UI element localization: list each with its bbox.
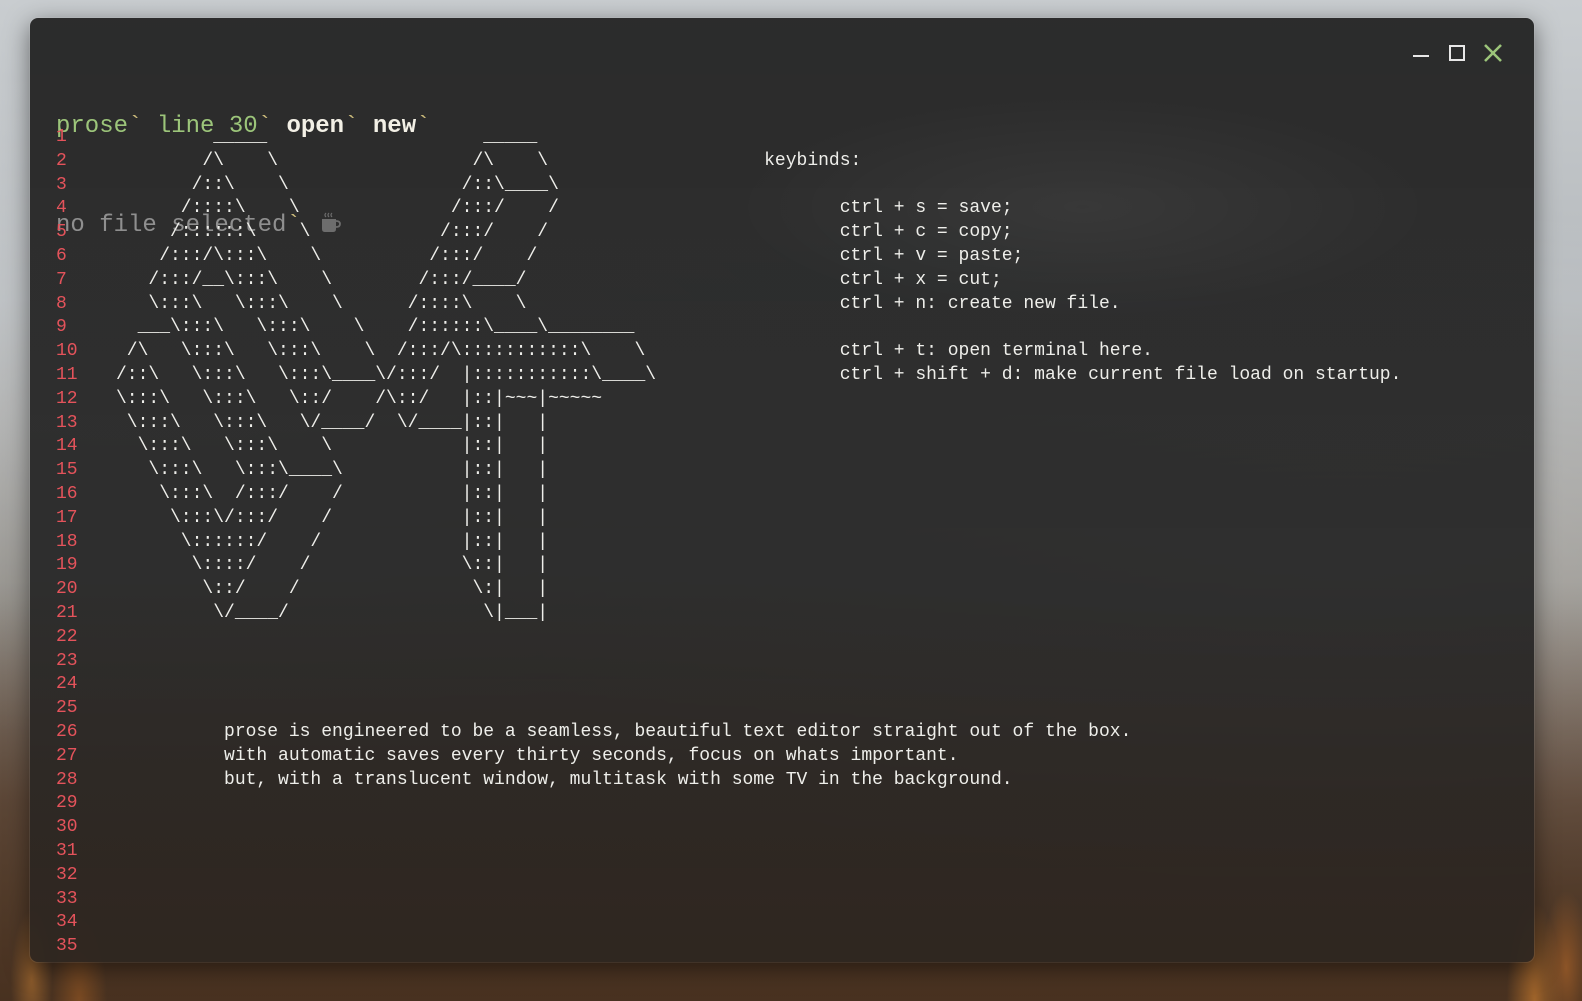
line-number: 24 <box>56 674 78 695</box>
line-number: 35 <box>56 936 78 957</box>
text-line[interactable]: with automatic saves every thirty second… <box>116 745 1526 769</box>
text-line[interactable]: prose is engineered to be a seamless, be… <box>116 721 1526 745</box>
text-line[interactable]: /::::::\ \ /:::/ / ctrl + c = copy; <box>116 221 1526 245</box>
text-line[interactable]: \/____/ \|___| <box>116 602 1526 626</box>
text-line[interactable]: \::::/ / \::| | <box>116 554 1526 578</box>
text-line[interactable]: /::\ \:::\ \:::\____\/:::/ |:::::::::::\… <box>116 364 1526 388</box>
text-line[interactable]: \:::\/:::/ / |::| | <box>116 507 1526 531</box>
line-number: 23 <box>56 650 78 671</box>
line-number: 32 <box>56 864 78 885</box>
line-number: 20 <box>56 579 78 600</box>
maximize-icon[interactable] <box>1446 42 1468 64</box>
line-number: 5 <box>56 222 67 243</box>
line-number: 19 <box>56 555 78 576</box>
text-line[interactable]: /\ \ /\ \ keybinds: <box>116 150 1526 174</box>
close-icon[interactable] <box>1482 42 1504 64</box>
line-number: 12 <box>56 388 78 409</box>
text-line[interactable]: /:::/__\:::\ \ /:::/____/ ctrl + x = cut… <box>116 269 1526 293</box>
line-number: 4 <box>56 198 67 219</box>
line-number: 1 <box>56 127 67 147</box>
text-line[interactable]: /::\ \ /::\____\ <box>116 174 1526 198</box>
text-line[interactable] <box>116 697 1526 721</box>
text-line[interactable] <box>116 673 1526 697</box>
text-line[interactable]: but, with a translucent window, multitas… <box>116 769 1526 793</box>
text-line[interactable] <box>116 888 1526 912</box>
text-line[interactable]: \:::\ /:::/ / |::| | <box>116 483 1526 507</box>
text-line[interactable]: \:::\ \:::\ \/____/ \/____|::| | <box>116 412 1526 436</box>
line-number: 7 <box>56 269 67 290</box>
text-line[interactable]: _____ _____ <box>116 126 1526 150</box>
line-number: 13 <box>56 412 78 433</box>
line-number: 34 <box>56 912 78 933</box>
line-number: 6 <box>56 245 67 266</box>
line-number: 27 <box>56 745 78 766</box>
text-line[interactable]: ___\:::\ \:::\ \ /::::::\____\________ <box>116 316 1526 340</box>
line-number: 10 <box>56 341 78 362</box>
text-line[interactable]: \:::\ \:::\ \::/ /\::/ |::|~~~|~~~~~ <box>116 388 1526 412</box>
text-content[interactable]: _____ _____ /\ \ /\ \ keybinds: /::\ \ /… <box>116 126 1526 959</box>
line-number: 28 <box>56 769 78 790</box>
line-number: 16 <box>56 483 78 504</box>
line-number: 11 <box>56 364 78 385</box>
line-number: 26 <box>56 721 78 742</box>
minimize-icon[interactable] <box>1410 42 1432 64</box>
line-number: 29 <box>56 793 78 814</box>
text-line[interactable]: \::/ / \:| | <box>116 578 1526 602</box>
text-line[interactable] <box>116 935 1526 959</box>
line-number: 21 <box>56 602 78 623</box>
text-line[interactable]: /:::/\:::\ \ /:::/ / ctrl + v = paste; <box>116 245 1526 269</box>
line-number: 22 <box>56 626 78 647</box>
line-number: 25 <box>56 698 78 719</box>
line-number: 9 <box>56 317 67 338</box>
text-line[interactable]: \:::\ \:::\ \ |::| | <box>116 435 1526 459</box>
text-line[interactable] <box>116 911 1526 935</box>
text-line[interactable] <box>116 650 1526 674</box>
line-number-gutter: 1 2 3 4 5 6 7 8 9 10 11 12 13 14 15 16 17 18 19 20 21 22 23 24 2… <box>56 126 96 959</box>
text-line[interactable] <box>116 816 1526 840</box>
text-line[interactable]: \:::\ \:::\____\ |::| | <box>116 459 1526 483</box>
line-number: 33 <box>56 888 78 909</box>
editor-area[interactable]: 1 2 3 4 5 6 7 8 9 10 11 12 13 14 15 16 17 18 19 20 21 22 23 24 2… <box>56 126 1526 956</box>
text-line[interactable]: /\ \:::\ \:::\ \ /:::/\:::::::::::\ \ ct… <box>116 340 1526 364</box>
line-number: 30 <box>56 817 78 838</box>
text-line[interactable] <box>116 864 1526 888</box>
line-number: 31 <box>56 840 78 861</box>
text-line[interactable]: \::::::/ / |::| | <box>116 531 1526 555</box>
text-line[interactable] <box>116 792 1526 816</box>
line-number: 2 <box>56 150 67 171</box>
line-number: 8 <box>56 293 67 314</box>
text-line[interactable]: \:::\ \:::\ \ /::::\ \ ctrl + n: create … <box>116 293 1526 317</box>
line-number: 17 <box>56 507 78 528</box>
editor-window: prose` line 30` open` new` no file selec… <box>30 18 1534 962</box>
window-controls <box>1410 42 1504 64</box>
text-line[interactable] <box>116 626 1526 650</box>
line-number: 18 <box>56 531 78 552</box>
line-number: 15 <box>56 460 78 481</box>
line-number: 3 <box>56 174 67 195</box>
text-line[interactable] <box>116 840 1526 864</box>
text-line[interactable]: /::::\ \ /:::/ / ctrl + s = save; <box>116 197 1526 221</box>
line-number: 14 <box>56 436 78 457</box>
